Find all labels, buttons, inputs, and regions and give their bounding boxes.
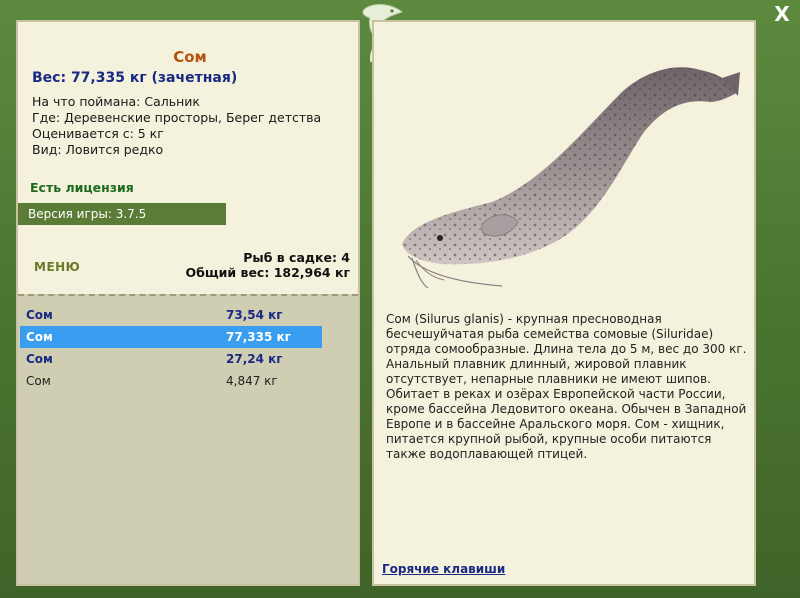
catch-weight: 77,335 кг xyxy=(226,330,291,344)
fish-location: Где: Деревенские просторы, Берег детства xyxy=(32,110,322,125)
catch-name: Сом xyxy=(26,374,51,388)
fish-info-panel: Сом Вес: 77,335 кг (зачетная) На что пой… xyxy=(16,20,360,586)
cage-total-weight: Общий вес: 182,964 кг xyxy=(185,265,351,280)
license-status: Есть лицензия xyxy=(30,180,134,195)
fish-description-panel: Сом (Silurus glanis) - крупная пресновод… xyxy=(372,20,756,586)
catch-weight: 73,54 кг xyxy=(226,308,283,322)
menu-button[interactable]: МЕНЮ xyxy=(34,260,80,274)
catch-weight: 4,847 кг xyxy=(226,374,278,388)
fish-bait: На что поймана: Сальник xyxy=(32,94,200,109)
cage-summary: Рыб в садке: 4 Общий вес: 182,964 кг xyxy=(186,250,351,280)
catch-name: Сом xyxy=(26,352,53,366)
catch-name: Сом xyxy=(26,330,53,344)
fish-weight: Вес: 77,335 кг (зачетная) xyxy=(32,70,238,86)
cage-count: Рыб в садке: 4 xyxy=(243,250,350,265)
fish-kind: Вид: Ловится редко xyxy=(32,142,164,157)
catch-weight: 27,24 кг xyxy=(226,352,283,366)
fish-title: Сом xyxy=(173,48,207,66)
fish-valued: Оценивается с: 5 кг xyxy=(32,126,164,141)
catfish-image xyxy=(402,67,740,289)
list-item[interactable]: Сом 27,24 кг xyxy=(20,348,322,370)
catch-name: Сом xyxy=(26,308,53,322)
list-item[interactable]: Сом 73,54 кг xyxy=(20,304,322,326)
list-item[interactable]: Сом 4,847 кг xyxy=(20,370,322,392)
list-item-selected[interactable]: Сом 77,335 кг xyxy=(20,326,322,348)
version-bar: Версия игры: 3.7.5 xyxy=(18,203,226,225)
close-button[interactable]: X xyxy=(770,2,794,26)
fish-description: Сом (Silurus glanis) - крупная пресновод… xyxy=(386,312,747,461)
catch-list: Сом 73,54 кг Сом 77,335 кг Сом 27,24 кг … xyxy=(18,294,358,584)
hotkeys-link[interactable]: Горячие клавиши xyxy=(382,562,505,576)
